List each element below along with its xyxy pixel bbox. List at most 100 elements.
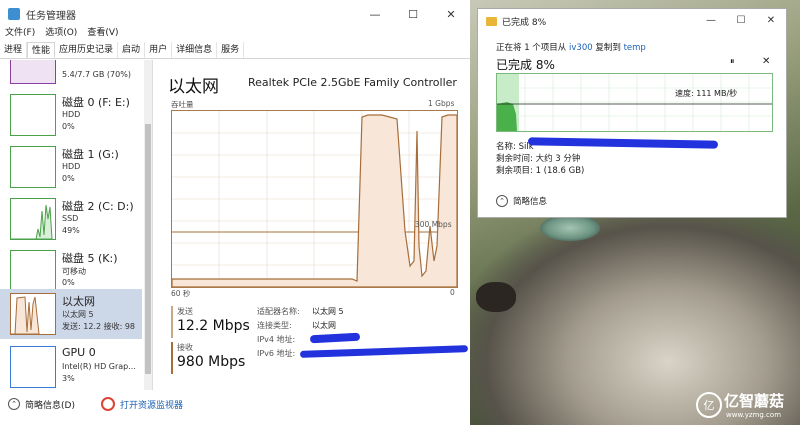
- graph-label-max: 1 Gbps: [428, 99, 455, 108]
- sidebar-item-gpu[interactable]: GPU 0 Intel(R) HD Grap... 3%: [0, 342, 142, 390]
- copy-info: 名称: Silk 剩余时间: 大约 3 分钟 剩余项目: 1 (18.6 GB): [496, 141, 584, 177]
- sidebar-item-disk1[interactable]: 磁盘 1 (G:) HDD 0%: [0, 142, 142, 191]
- sidebar-item-disk5[interactable]: 磁盘 5 (K:) 可移动 0%: [0, 246, 142, 295]
- watermark-logo-icon: 亿: [696, 392, 722, 418]
- prop-value: 以太网: [312, 321, 336, 330]
- sidebar-item-line: Intel(R) HD Grap...: [62, 362, 136, 371]
- prop-key: 适配器名称:: [257, 307, 300, 316]
- send-label: 发送: [177, 307, 193, 316]
- cat-nose: [476, 282, 516, 312]
- performance-sidebar: 5.4/7.7 GB (70%) 磁盘 0 (F: E:) HDD 0% 磁盘 …: [0, 60, 153, 390]
- chevron-up-icon: ⌃: [8, 398, 20, 410]
- sidebar-scrollbar[interactable]: [144, 60, 152, 390]
- sidebar-item-line: HDD: [62, 110, 81, 119]
- title-bar[interactable]: 任务管理器 — ☐ ✕: [0, 0, 470, 28]
- graph-time-label: 60 秒: [171, 289, 191, 298]
- resource-monitor-label: 打开资源监视器: [119, 400, 183, 411]
- maximize-button[interactable]: ☐: [394, 0, 432, 28]
- fewer-details-button[interactable]: ⌃ 简略信息: [496, 195, 547, 207]
- graph-zero-label: 0: [450, 288, 455, 297]
- destination-folder-link[interactable]: temp: [624, 43, 646, 53]
- sidebar-item-disk2[interactable]: 磁盘 2 (C: D:) SSD 49%: [0, 194, 142, 243]
- sidebar-item-disk0[interactable]: 磁盘 0 (F: E:) HDD 0%: [0, 90, 142, 139]
- menu-bar: 文件(F) 选项(O) 查看(V): [0, 26, 124, 41]
- tab-processes[interactable]: 进程: [0, 42, 28, 58]
- performance-detail: 以太网 Realtek PCIe 2.5GbE Family Controlle…: [160, 60, 469, 390]
- send-value: 12.2 Mbps: [177, 318, 250, 334]
- throughput-chart: [172, 111, 457, 287]
- disk5-thumbnail: [10, 250, 56, 292]
- memory-thumbnail: [10, 60, 56, 84]
- tab-startup[interactable]: 启动: [118, 42, 146, 58]
- sidebar-item-ethernet[interactable]: 以太网 以太网 5 发送: 12.2 接收: 98: [0, 289, 142, 339]
- copy-speed-graph: [496, 73, 773, 132]
- menu-file[interactable]: 文件(F): [0, 26, 40, 41]
- redaction-scribble: [309, 332, 361, 344]
- speed-label: 速度: 111 MB/秒: [675, 89, 738, 98]
- chevron-up-icon: ⌃: [496, 195, 508, 207]
- task-manager-icon: [8, 8, 20, 20]
- window-title: 任务管理器: [26, 10, 76, 22]
- tab-users[interactable]: 用户: [145, 42, 173, 58]
- resource-monitor-icon: [100, 397, 115, 411]
- disk0-thumbnail: [10, 94, 56, 136]
- prop-key: IPv4 地址:: [257, 335, 296, 344]
- sidebar-item-memory[interactable]: 5.4/7.7 GB (70%): [0, 60, 142, 87]
- sidebar-item-line: 以太网 5: [62, 310, 94, 319]
- sidebar-item-line: 0%: [62, 122, 75, 131]
- page-title: 以太网: [168, 77, 219, 97]
- disk2-thumbnail: [10, 198, 56, 240]
- sidebar-item-line: 可移动: [62, 267, 86, 276]
- sidebar-item-title: 磁盘 5 (K:): [62, 252, 118, 265]
- sidebar-item-line: SSD: [62, 214, 79, 223]
- progress-heading: 已完成 8%: [496, 58, 555, 72]
- receive-area: [172, 114, 457, 287]
- graph-label-throughput: 吞吐量: [171, 100, 194, 109]
- cat-eye: [540, 215, 600, 241]
- resource-monitor-link[interactable]: 打开资源监视器: [83, 397, 183, 411]
- minimize-button[interactable]: —: [356, 0, 394, 28]
- prop-value: 以太网 5: [312, 307, 344, 316]
- receive-value: 980 Mbps: [177, 354, 246, 370]
- send-indicator: [171, 306, 173, 338]
- menu-view[interactable]: 查看(V): [82, 26, 123, 41]
- sidebar-item-line: 49%: [62, 226, 80, 235]
- close-button[interactable]: ✕: [432, 0, 470, 28]
- dialog-title-bar[interactable]: 已完成 8%: [486, 15, 546, 28]
- source-folder-link[interactable]: iv300: [569, 43, 593, 53]
- menu-options[interactable]: 选项(O): [40, 26, 82, 41]
- sidebar-item-title: 磁盘 1 (G:): [62, 148, 119, 161]
- ethernet-sparkline: [11, 296, 40, 334]
- sidebar-item-line: 5.4/7.7 GB (70%): [62, 70, 131, 79]
- watermark-text: 亿智蘑菇: [724, 392, 785, 410]
- scrollbar-thumb[interactable]: [145, 124, 151, 374]
- tab-details[interactable]: 详细信息: [172, 42, 218, 58]
- throughput-graph: [171, 110, 458, 288]
- disk2-sparkline: [11, 204, 53, 239]
- tab-strip: 进程 性能 应用历史记录 启动 用户 详细信息 服务: [0, 42, 470, 59]
- maximize-button[interactable]: ☐: [726, 9, 756, 31]
- tab-app-history[interactable]: 应用历史记录: [55, 42, 119, 58]
- copy-summary-mid: 复制到: [595, 43, 621, 53]
- receive-label: 接收: [177, 343, 193, 352]
- folder-icon: [486, 17, 497, 26]
- pause-button[interactable]: ⏸: [730, 57, 735, 67]
- gpu-thumbnail: [10, 346, 56, 388]
- sidebar-item-line: 3%: [62, 374, 75, 383]
- brief-info-label: 简略信息(D): [25, 400, 75, 411]
- cancel-button[interactable]: ✕: [762, 56, 770, 67]
- speed-chart: [497, 74, 772, 131]
- sidebar-item-line: 0%: [62, 174, 75, 183]
- tab-performance[interactable]: 性能: [27, 42, 56, 58]
- ethernet-thumbnail: [10, 293, 56, 335]
- close-button[interactable]: ✕: [756, 9, 786, 31]
- tab-services[interactable]: 服务: [217, 42, 245, 58]
- remaining-items: 剩余项目: 1 (18.6 GB): [496, 166, 585, 176]
- adapter-name: Realtek PCIe 2.5GbE Family Controller: [248, 76, 457, 89]
- dialog-title: 已完成 8%: [502, 18, 547, 28]
- disk1-thumbnail: [10, 146, 56, 188]
- minimize-button[interactable]: —: [696, 9, 726, 31]
- prop-key: 连接类型:: [257, 321, 292, 330]
- brief-info-button[interactable]: ⌃ 简略信息(D): [8, 398, 75, 411]
- sidebar-item-title: GPU 0: [62, 346, 96, 359]
